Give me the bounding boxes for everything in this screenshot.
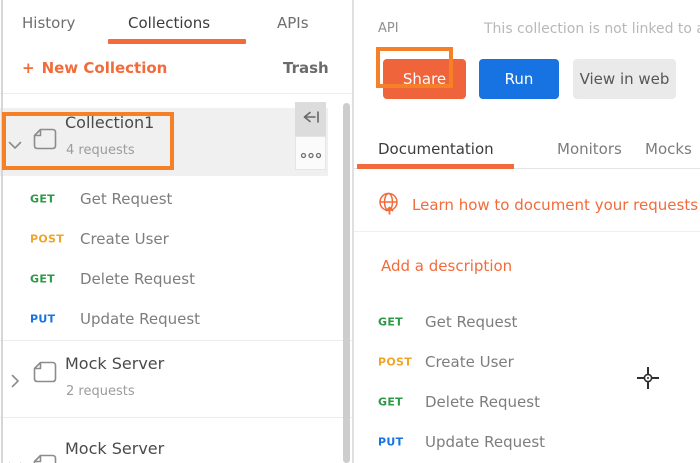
- api-label: API: [378, 21, 399, 36]
- method-badge-get: GET: [378, 316, 403, 329]
- method-badge-post: POST: [378, 356, 412, 369]
- method-badge-get: GET: [30, 193, 55, 206]
- tab-mocks[interactable]: Mocks: [645, 140, 692, 158]
- doc-request-row-post[interactable]: POST Create User: [354, 348, 684, 376]
- active-tab-underline: [108, 39, 246, 44]
- more-options-icon: [300, 144, 322, 163]
- request-name: Update Request: [80, 310, 200, 328]
- trash-button[interactable]: Trash: [283, 59, 329, 77]
- request-name: Delete Request: [80, 270, 195, 288]
- annotation-box-collection: [2, 112, 174, 170]
- globe-icon: [377, 191, 401, 220]
- learn-documentation-link[interactable]: Learn how to document your requests: [412, 196, 698, 214]
- doc-request-row-get[interactable]: GET Get Request: [354, 308, 684, 336]
- collection-link-notice: This collection is not linked to a: [484, 21, 700, 37]
- request-name: Create User: [80, 230, 169, 248]
- method-badge-post: POST: [30, 233, 64, 246]
- chevron-right-icon[interactable]: [11, 373, 20, 392]
- folder-request-count: 2 requests: [66, 384, 135, 399]
- divider: [354, 231, 700, 232]
- folder-name: Mock Server: [65, 439, 164, 458]
- sidebar-scrollbar[interactable]: [343, 103, 350, 463]
- sidebar-tab-apis[interactable]: APIs: [277, 14, 309, 32]
- request-row-post[interactable]: POST Create User: [0, 219, 340, 259]
- request-name: Delete Request: [425, 393, 540, 411]
- chevron-down-icon[interactable]: [8, 456, 22, 463]
- collapse-panel-button[interactable]: [295, 102, 326, 136]
- request-row-put[interactable]: PUT Update Request: [0, 299, 340, 339]
- more-options-button[interactable]: [295, 136, 326, 170]
- active-doc-tab-underline: [357, 164, 514, 169]
- request-name: Get Request: [80, 190, 172, 208]
- sidebar-tab-collections[interactable]: Collections: [128, 14, 210, 32]
- doc-request-row-get2[interactable]: GET Delete Request: [354, 388, 684, 416]
- add-description-link[interactable]: Add a description: [381, 257, 512, 275]
- collapse-arrow-icon: [302, 109, 320, 129]
- collection-folder-icon: [33, 454, 57, 463]
- mock-server-row[interactable]: Mock Server 2 requests: [0, 341, 340, 417]
- window-left-edge: [1, 0, 3, 463]
- mock-server-row[interactable]: Mock Server: [0, 418, 340, 463]
- tab-documentation[interactable]: Documentation: [378, 140, 494, 158]
- method-badge-put: PUT: [378, 436, 403, 449]
- new-collection-label: New Collection: [42, 59, 168, 77]
- crosshair-cursor-icon: [636, 366, 660, 394]
- request-name: Update Request: [425, 433, 545, 451]
- annotation-box-share: [376, 47, 453, 88]
- method-badge-get: GET: [30, 273, 55, 286]
- divider: [0, 93, 352, 94]
- run-button[interactable]: Run: [479, 59, 559, 99]
- request-row-get[interactable]: GET Get Request: [0, 179, 340, 219]
- folder-name: Mock Server: [65, 354, 164, 373]
- new-collection-button[interactable]: + New Collection: [22, 59, 167, 77]
- sidebar: History Collections APIs + New Collection…: [0, 0, 352, 463]
- doc-request-row-put[interactable]: PUT Update Request: [354, 428, 684, 456]
- collection-folder-icon: [33, 361, 57, 387]
- method-badge-get: GET: [378, 396, 403, 409]
- tab-monitors[interactable]: Monitors: [557, 140, 622, 158]
- plus-icon: +: [22, 59, 35, 77]
- view-in-web-button[interactable]: View in web: [573, 59, 676, 99]
- method-badge-put: PUT: [30, 313, 55, 326]
- request-name: Create User: [425, 353, 514, 371]
- postman-window: History Collections APIs + New Collection…: [0, 0, 700, 463]
- request-row-get2[interactable]: GET Delete Request: [0, 259, 340, 299]
- sidebar-tab-history[interactable]: History: [22, 14, 75, 32]
- request-name: Get Request: [425, 313, 517, 331]
